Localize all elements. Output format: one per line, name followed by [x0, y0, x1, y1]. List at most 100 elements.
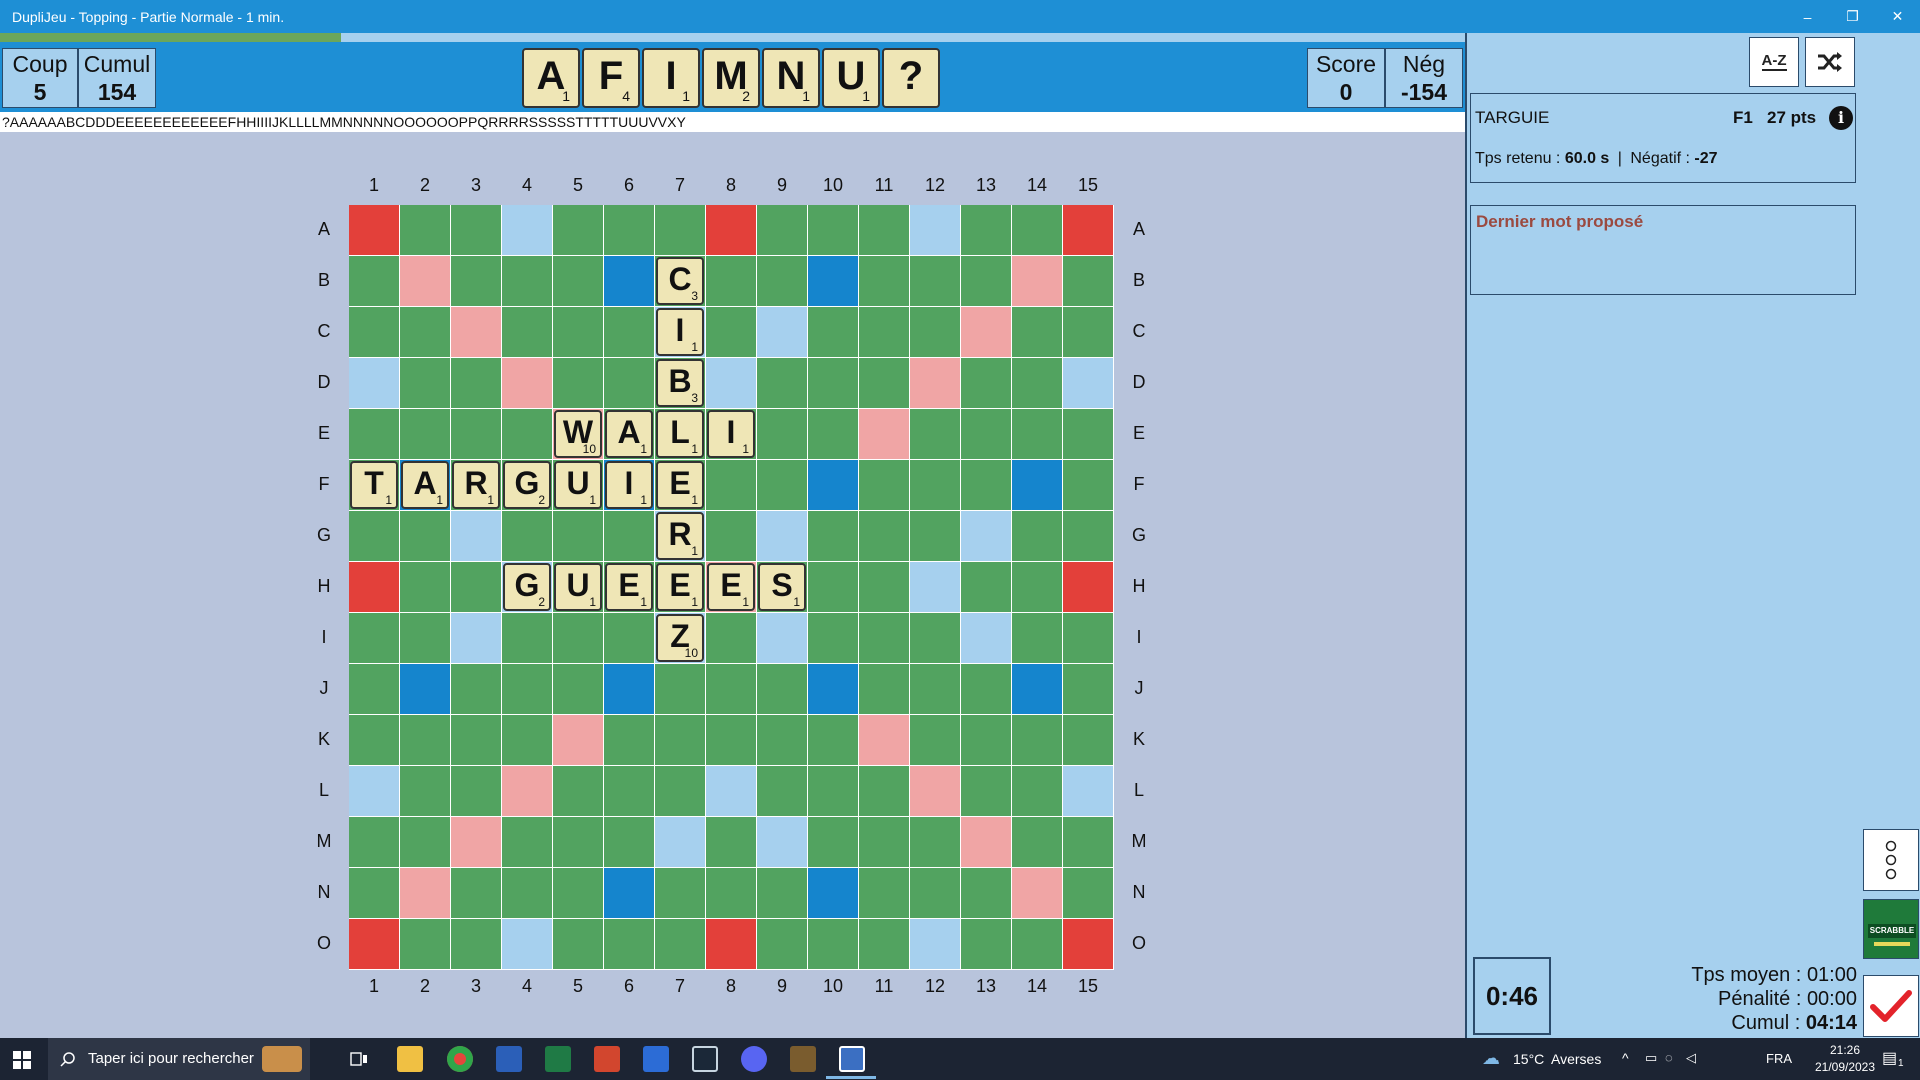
board-cell[interactable]: [502, 613, 552, 663]
board-cell[interactable]: [859, 766, 909, 816]
board-cell[interactable]: [706, 460, 756, 510]
board-cell[interactable]: [1063, 664, 1113, 714]
board-cell[interactable]: [961, 511, 1011, 561]
board-cell[interactable]: [655, 664, 705, 714]
board-cell[interactable]: [961, 715, 1011, 765]
board-cell[interactable]: [808, 919, 858, 969]
board-cell[interactable]: [757, 307, 807, 357]
board-cell[interactable]: [502, 664, 552, 714]
clock[interactable]: 21:26 21/09/2023: [1808, 1042, 1882, 1076]
board-cell[interactable]: [349, 307, 399, 357]
board-cell[interactable]: [910, 715, 960, 765]
board-cell[interactable]: [859, 817, 909, 867]
board-cell[interactable]: [604, 664, 654, 714]
board-cell[interactable]: [604, 817, 654, 867]
windows-start-icon[interactable]: [13, 1051, 31, 1069]
board-cell[interactable]: [553, 256, 603, 306]
board-cell[interactable]: [400, 358, 450, 408]
board-cell[interactable]: [604, 868, 654, 918]
board-cell[interactable]: [706, 664, 756, 714]
board-cell[interactable]: [706, 919, 756, 969]
board-cell[interactable]: [604, 256, 654, 306]
board-cell[interactable]: [400, 511, 450, 561]
board-cell[interactable]: [400, 256, 450, 306]
board-cell[interactable]: [757, 868, 807, 918]
rack-tile[interactable]: N1: [762, 48, 820, 108]
network-icon[interactable]: ◌: [1665, 1050, 1673, 1065]
board-cell[interactable]: [451, 868, 501, 918]
board-cell[interactable]: [1063, 715, 1113, 765]
board-cell[interactable]: [604, 511, 654, 561]
board-cell[interactable]: [1063, 613, 1113, 663]
board-cell[interactable]: [451, 919, 501, 969]
board-cell[interactable]: [604, 715, 654, 765]
board-cell[interactable]: [961, 919, 1011, 969]
board-cell[interactable]: [451, 511, 501, 561]
board-cell[interactable]: [451, 205, 501, 255]
board-cell[interactable]: [1012, 256, 1062, 306]
board-cell[interactable]: [349, 511, 399, 561]
board-cell[interactable]: [706, 613, 756, 663]
board-cell[interactable]: [1012, 205, 1062, 255]
powerpoint-icon[interactable]: [594, 1046, 620, 1072]
board-cell[interactable]: [502, 409, 552, 459]
board-cell[interactable]: [859, 664, 909, 714]
board-cell[interactable]: [961, 562, 1011, 612]
chrome-icon[interactable]: [447, 1046, 473, 1072]
scrabble-board[interactable]: C 3 I 1 B 3 W 10 A 1 L 1 I 1 T 1 A 1 R 1 G 2 U 1 I 1 E 1 R 1 G 2 U 1 E 1 E 1 E…: [349, 205, 1114, 970]
board-cell[interactable]: [1063, 562, 1113, 612]
board-cell[interactable]: [757, 256, 807, 306]
board-cell[interactable]: [451, 613, 501, 663]
board-cell[interactable]: [757, 205, 807, 255]
board-cell[interactable]: [604, 358, 654, 408]
board-cell[interactable]: [757, 919, 807, 969]
board-cell[interactable]: [349, 205, 399, 255]
board-cell[interactable]: [1063, 409, 1113, 459]
board-cell[interactable]: [859, 868, 909, 918]
board-cell[interactable]: [910, 766, 960, 816]
board-cell[interactable]: [961, 817, 1011, 867]
board-cell[interactable]: [757, 511, 807, 561]
steam-icon[interactable]: [692, 1046, 718, 1072]
scrabble-logo-button[interactable]: SCRABBLE: [1863, 899, 1919, 959]
board-cell[interactable]: [1063, 868, 1113, 918]
board-cell[interactable]: [553, 766, 603, 816]
board-cell[interactable]: [553, 919, 603, 969]
board-cell[interactable]: [400, 409, 450, 459]
board-cell[interactable]: [1063, 256, 1113, 306]
board-cell[interactable]: [604, 205, 654, 255]
board-cell[interactable]: [349, 868, 399, 918]
board-cell[interactable]: [1012, 613, 1062, 663]
board-cell[interactable]: [604, 919, 654, 969]
board-cell[interactable]: [757, 613, 807, 663]
board-cell[interactable]: [910, 409, 960, 459]
board-cell[interactable]: [349, 358, 399, 408]
board-cell[interactable]: [910, 868, 960, 918]
board-cell[interactable]: [859, 205, 909, 255]
board-cell[interactable]: [604, 307, 654, 357]
board-cell[interactable]: [604, 766, 654, 816]
board-cell[interactable]: [808, 766, 858, 816]
board-cell[interactable]: [706, 307, 756, 357]
board-cell[interactable]: [961, 460, 1011, 510]
board-cell[interactable]: [961, 664, 1011, 714]
board-cell[interactable]: [859, 460, 909, 510]
board-cell[interactable]: [910, 256, 960, 306]
close-button[interactable]: ✕: [1875, 8, 1920, 25]
board-cell[interactable]: [400, 307, 450, 357]
board-cell[interactable]: [400, 715, 450, 765]
board-cell[interactable]: [910, 205, 960, 255]
board-cell[interactable]: [808, 613, 858, 663]
board-cell[interactable]: [400, 817, 450, 867]
board-cell[interactable]: [961, 256, 1011, 306]
rack-tile[interactable]: M2: [702, 48, 760, 108]
board-cell[interactable]: [451, 562, 501, 612]
board-cell[interactable]: [1063, 766, 1113, 816]
board-cell[interactable]: [604, 613, 654, 663]
board-cell[interactable]: [349, 562, 399, 612]
rack-tile[interactable]: A1: [522, 48, 580, 108]
board-cell[interactable]: [706, 256, 756, 306]
board-cell[interactable]: [808, 664, 858, 714]
board-cell[interactable]: [502, 256, 552, 306]
board-cell[interactable]: [808, 460, 858, 510]
